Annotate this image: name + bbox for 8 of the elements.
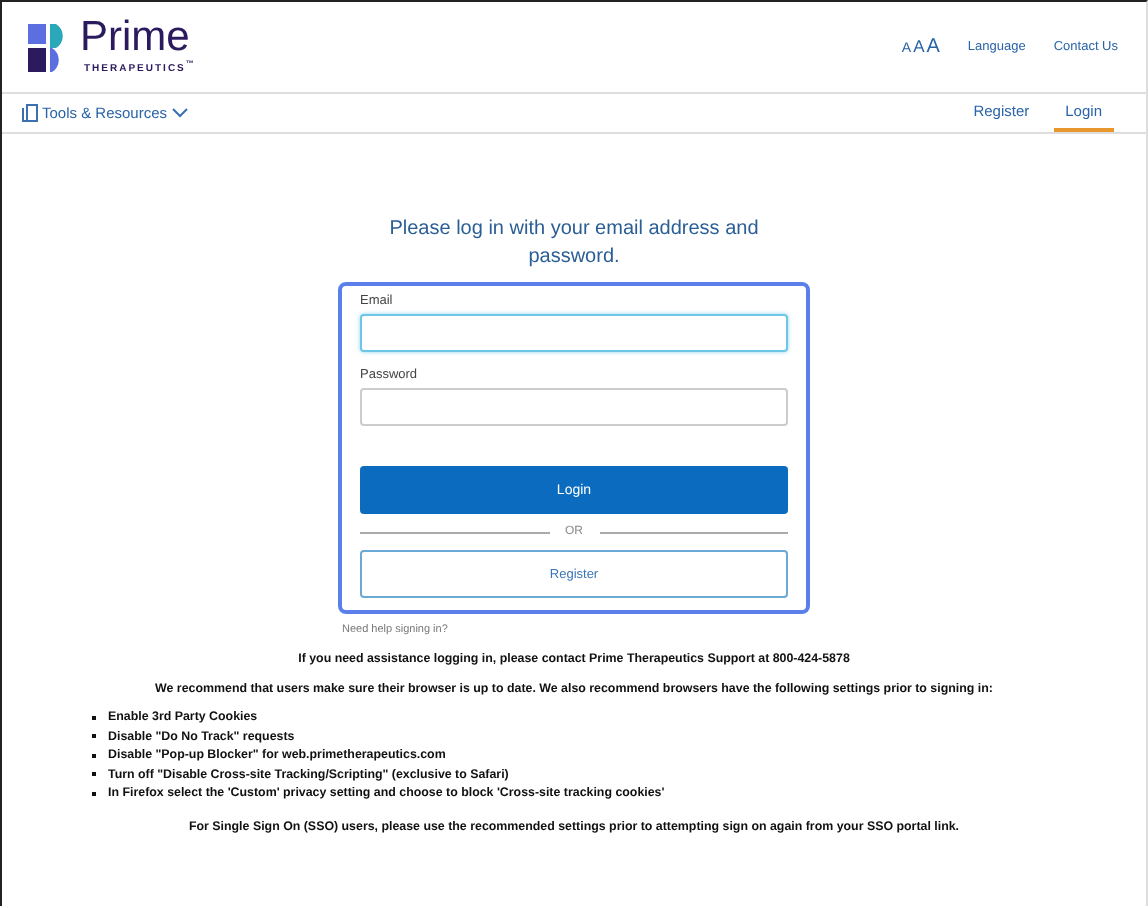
input-field[interactable] [360, 388, 788, 426]
text-size-button[interactable]: A [913, 36, 925, 56]
document-icon [22, 104, 38, 122]
chevron-down-icon [171, 108, 188, 118]
login-heading: Please log in with your email address and password. [387, 216, 761, 272]
text-size-button[interactable]: A [926, 36, 940, 58]
input-field[interactable] [360, 314, 788, 352]
logo-name: Prime [80, 18, 190, 59]
